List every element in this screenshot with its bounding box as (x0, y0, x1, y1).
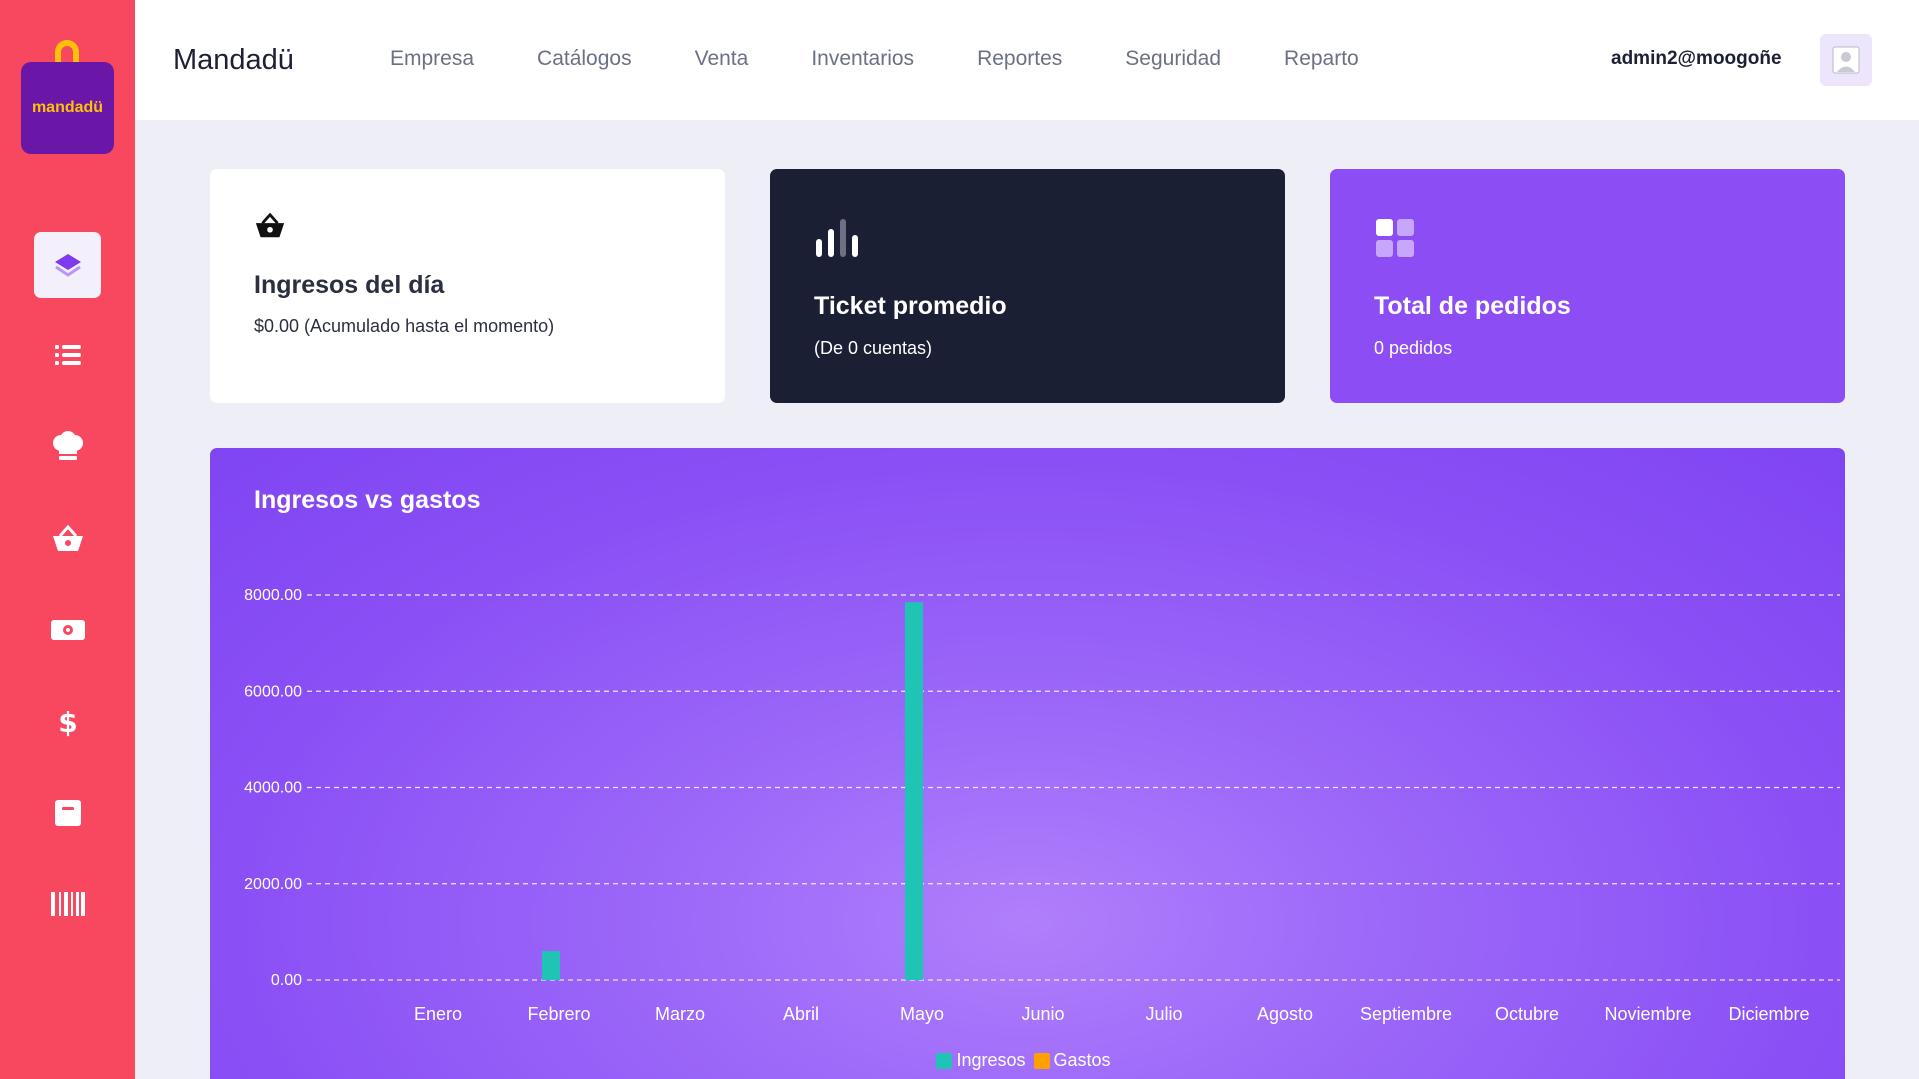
barcode-icon (50, 892, 85, 916)
x-tick-label: Octubre (1495, 1004, 1559, 1024)
legend-swatch-gastos (1033, 1052, 1050, 1069)
card-subtitle: (De 0 cuentas) (814, 338, 933, 358)
dollar-icon: $ (58, 706, 77, 738)
legend-item-ingresos[interactable]: Ingresos (936, 1050, 1026, 1071)
nav-reparto[interactable]: Reparto (1284, 47, 1359, 71)
x-tick-label: Diciembre (1728, 1004, 1809, 1024)
x-tick-label: Enero (414, 1004, 462, 1024)
brand-title[interactable]: Mandadü (173, 44, 294, 77)
app-logo[interactable]: mandadü (21, 40, 114, 154)
card-title: Ticket promedio (814, 292, 1007, 320)
sidebar-item-list[interactable] (34, 322, 101, 388)
card-total-orders: Total de pedidos 0 pedidos (1330, 169, 1845, 403)
x-tick-label: Julio (1145, 1004, 1182, 1024)
layers-icon (54, 254, 81, 277)
grid-icon (1376, 219, 1414, 257)
legend-label-ingresos: Ingresos (956, 1050, 1026, 1070)
sidebar-item-cash[interactable] (34, 597, 101, 663)
x-tick-label: Marzo (655, 1004, 705, 1024)
top-bar: Mandadü Empresa Catálogos Venta Inventar… (135, 0, 1919, 120)
y-tick-label: 6000.00 (244, 683, 302, 700)
bar-ingresos-mayo (905, 602, 923, 980)
nav-venta[interactable]: Venta (695, 47, 749, 71)
card-average-ticket: Ticket promedio (De 0 cuentas) (770, 169, 1285, 403)
y-tick-label: 2000.00 (244, 876, 302, 893)
legend-swatch-ingresos (936, 1052, 953, 1069)
main-nav: Empresa Catálogos Venta Inventarios Repo… (390, 47, 1422, 71)
basket-icon (255, 212, 285, 238)
avatar[interactable] (1820, 34, 1872, 86)
box-icon (54, 800, 81, 826)
nav-inventarios[interactable]: Inventarios (811, 47, 914, 71)
chef-hat-icon (52, 431, 83, 460)
basket-icon (52, 524, 83, 551)
y-tick-label: 0.00 (271, 972, 302, 989)
sidebar-item-dashboard[interactable] (34, 232, 101, 298)
x-tick-label: Abril (783, 1004, 819, 1024)
sidebar-item-inventory[interactable] (34, 780, 101, 846)
legend-item-gastos[interactable]: Gastos (1033, 1050, 1111, 1071)
sidebar-item-barcode[interactable] (34, 871, 101, 937)
nav-reportes[interactable]: Reportes (977, 47, 1062, 71)
cash-icon (50, 620, 85, 640)
sidebar: mandadü $ (0, 0, 135, 1079)
bar-chart-icon (816, 219, 858, 257)
svg-text:$: $ (58, 706, 77, 738)
logo-text: mandadü (21, 62, 114, 154)
card-title: Ingresos del día (254, 271, 445, 299)
x-tick-label: Noviembre (1604, 1004, 1691, 1024)
user-name[interactable]: admin2@moogoñe (1611, 48, 1782, 70)
x-tick-label: Agosto (1257, 1004, 1313, 1024)
x-tick-label: Septiembre (1360, 1004, 1452, 1024)
card-daily-income: Ingresos del día $0.00 (Acumulado hasta … (210, 169, 725, 403)
nav-catalogos[interactable]: Catálogos (537, 47, 632, 71)
x-tick-label: Febrero (527, 1004, 590, 1024)
legend-label-gastos: Gastos (1053, 1050, 1111, 1070)
card-subtitle: 0 pedidos (1374, 338, 1453, 358)
card-subtitle: $0.00 (Acumulado hasta el momento) (254, 316, 555, 336)
sidebar-item-payments[interactable]: $ (34, 689, 101, 755)
income-expenses-chart: 0.00 2000.00 4000.00 6000.00 8000.00 Enero Feb… (244, 587, 1840, 1024)
x-tick-label: Junio (1021, 1004, 1064, 1024)
sidebar-item-kitchen[interactable] (34, 413, 101, 479)
nav-empresa[interactable]: Empresa (390, 47, 474, 71)
chart-legend: Ingresos Gastos (210, 1050, 1845, 1071)
user-avatar-icon (1832, 46, 1860, 74)
income-vs-expenses-panel: Ingresos vs gastos 0.00 2000.00 4000.00 600… (210, 448, 1845, 1079)
bar-ingresos-febrero (542, 951, 560, 980)
y-tick-label: 8000.00 (244, 587, 302, 604)
nav-seguridad[interactable]: Seguridad (1125, 47, 1221, 71)
sidebar-item-sales[interactable] (34, 506, 101, 572)
y-tick-label: 4000.00 (244, 780, 302, 797)
card-title: Total de pedidos (1374, 292, 1571, 320)
list-icon (54, 345, 81, 365)
x-tick-label: Mayo (900, 1004, 944, 1024)
